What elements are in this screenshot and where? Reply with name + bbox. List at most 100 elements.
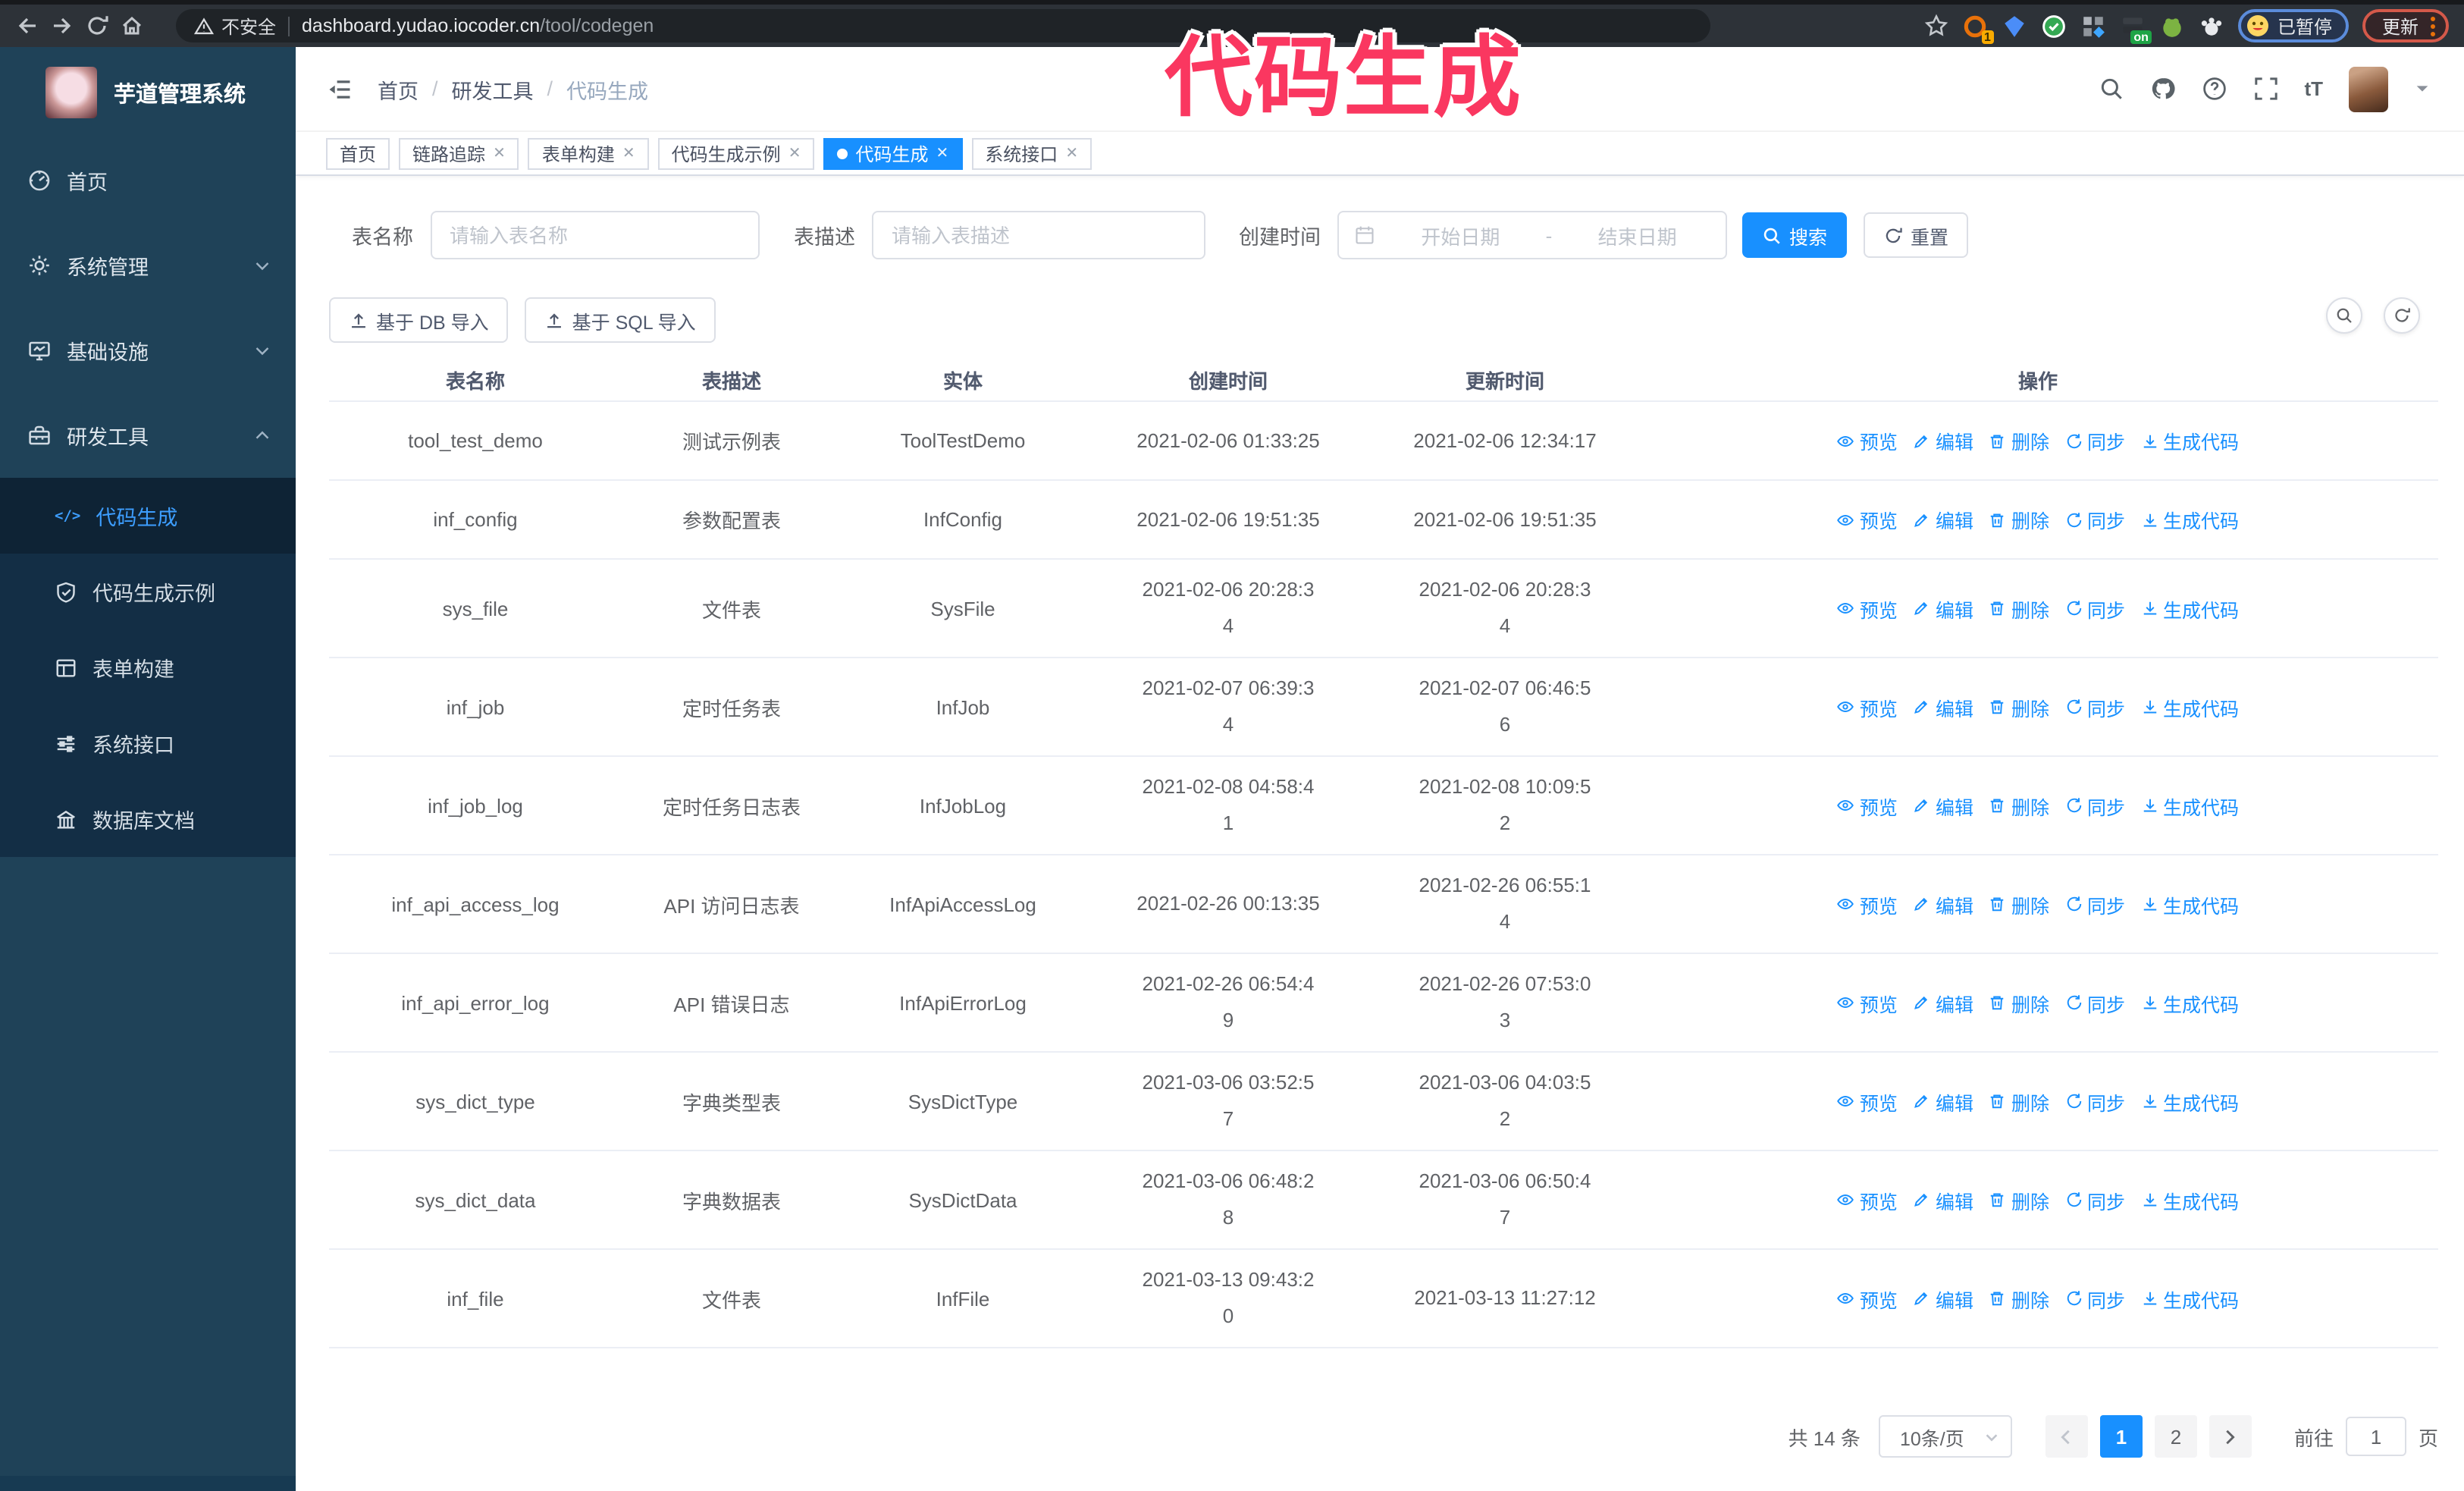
avatar[interactable] (2349, 66, 2388, 111)
goto-page-input[interactable] (2345, 1417, 2406, 1456)
browser-back-icon[interactable] (15, 14, 39, 38)
action-download[interactable]: 生成代码 (2140, 505, 2239, 534)
tab-close-icon[interactable]: ✕ (493, 145, 506, 162)
tab-close-icon[interactable]: ✕ (622, 145, 635, 162)
action-eye[interactable]: 预览 (1837, 988, 1898, 1017)
end-date-placeholder[interactable]: 结束日期 (1564, 221, 1710, 250)
action-download[interactable]: 生成代码 (2140, 594, 2239, 623)
action-edit[interactable]: 编辑 (1913, 1284, 1973, 1313)
action-eye[interactable]: 预览 (1837, 1284, 1898, 1313)
action-delete[interactable]: 删除 (1989, 505, 2049, 534)
sidebar-subitem-form-builder[interactable]: 表单构建 (0, 629, 296, 705)
sidebar-item-home[interactable]: 首页 (0, 138, 296, 223)
action-download[interactable]: 生成代码 (2140, 988, 2239, 1017)
action-sync[interactable]: 同步 (2064, 1284, 2125, 1313)
extension-check-icon[interactable] (2041, 13, 2067, 39)
import-sql-button[interactable]: 基于 SQL 导入 (525, 297, 716, 343)
action-delete[interactable]: 删除 (1989, 1185, 2049, 1214)
action-download[interactable]: 生成代码 (2140, 890, 2239, 918)
breadcrumb-devtools[interactable]: 研发工具 (452, 74, 534, 104)
browser-menu-icon[interactable] (2431, 16, 2435, 36)
reset-button[interactable]: 重置 (1864, 212, 1969, 258)
action-sync[interactable]: 同步 (2064, 692, 2125, 721)
tab-system-api[interactable]: 系统接口 ✕ (971, 137, 1092, 169)
browser-home-icon[interactable] (120, 14, 144, 38)
action-eye[interactable]: 预览 (1837, 791, 1898, 820)
import-db-button[interactable]: 基于 DB 导入 (329, 297, 509, 343)
hamburger-icon[interactable] (326, 75, 353, 102)
refresh-table-button[interactable] (2384, 297, 2420, 334)
action-delete[interactable]: 删除 (1989, 1087, 2049, 1116)
tab-codegen-demo[interactable]: 代码生成示例 ✕ (657, 137, 815, 169)
app-logo-row[interactable]: 芋道管理系统 (0, 47, 296, 138)
extension-orange-icon[interactable]: 1 (1962, 13, 1994, 43)
action-sync[interactable]: 同步 (2064, 890, 2125, 918)
tab-codegen[interactable]: 代码生成 ✕ (823, 137, 963, 169)
action-delete[interactable]: 删除 (1989, 791, 2049, 820)
action-delete[interactable]: 删除 (1989, 988, 2049, 1017)
tab-home[interactable]: 首页 (326, 137, 390, 169)
action-download[interactable]: 生成代码 (2140, 1284, 2239, 1313)
sidebar-item-devtools[interactable]: 研发工具 (0, 393, 296, 478)
action-delete[interactable]: 删除 (1989, 594, 2049, 623)
action-download[interactable]: 生成代码 (2140, 692, 2239, 721)
action-eye[interactable]: 预览 (1837, 890, 1898, 918)
address-bar[interactable]: 不安全 dashboard.yudao.iocoder.cn/tool/code… (176, 9, 1710, 42)
tab-close-icon[interactable]: ✕ (1065, 145, 1078, 162)
search-button[interactable]: 搜索 (1742, 212, 1848, 258)
table-desc-input[interactable] (872, 211, 1205, 259)
toggle-search-button[interactable] (2326, 297, 2362, 334)
action-delete[interactable]: 删除 (1989, 692, 2049, 721)
action-eye[interactable]: 预览 (1837, 594, 1898, 623)
action-sync[interactable]: 同步 (2064, 1185, 2125, 1214)
action-delete[interactable]: 删除 (1989, 426, 2049, 455)
action-sync[interactable]: 同步 (2064, 426, 2125, 455)
sidebar-item-infra[interactable]: 基础设施 (0, 308, 296, 393)
extension-grid-icon[interactable] (2080, 13, 2106, 39)
extension-dark-icon[interactable]: on (2120, 13, 2152, 43)
action-eye[interactable]: 预览 (1837, 1087, 1898, 1116)
browser-update-button[interactable]: 更新 (2362, 9, 2449, 42)
breadcrumb-home[interactable]: 首页 (378, 74, 419, 104)
action-edit[interactable]: 编辑 (1913, 791, 1973, 820)
start-date-placeholder[interactable]: 开始日期 (1387, 221, 1534, 250)
caret-down-icon[interactable] (2414, 80, 2431, 97)
security-indicator[interactable]: 不安全 (194, 13, 276, 39)
extension-green-icon[interactable] (2159, 13, 2185, 39)
extension-gem-icon[interactable] (2002, 13, 2027, 39)
action-eye[interactable]: 预览 (1837, 426, 1898, 455)
action-delete[interactable]: 删除 (1989, 890, 2049, 918)
action-download[interactable]: 生成代码 (2140, 791, 2239, 820)
search-icon[interactable] (2098, 76, 2124, 102)
table-name-input[interactable] (430, 211, 759, 259)
fullscreen-icon[interactable] (2252, 76, 2278, 102)
action-eye[interactable]: 预览 (1837, 692, 1898, 721)
action-edit[interactable]: 编辑 (1913, 426, 1973, 455)
sidebar-subitem-system-api[interactable]: 系统接口 (0, 705, 296, 781)
github-icon[interactable] (2149, 76, 2175, 102)
action-delete[interactable]: 删除 (1989, 1284, 2049, 1313)
sidebar-subitem-codegen-demo[interactable]: 代码生成示例 (0, 554, 296, 629)
sidebar-item-system[interactable]: 系统管理 (0, 223, 296, 308)
help-icon[interactable] (2201, 76, 2227, 102)
action-edit[interactable]: 编辑 (1913, 505, 1973, 534)
action-edit[interactable]: 编辑 (1913, 890, 1973, 918)
action-sync[interactable]: 同步 (2064, 505, 2125, 534)
action-download[interactable]: 生成代码 (2140, 426, 2239, 455)
extension-paw-icon[interactable] (2199, 13, 2224, 39)
action-edit[interactable]: 编辑 (1913, 1087, 1973, 1116)
action-sync[interactable]: 同步 (2064, 791, 2125, 820)
action-sync[interactable]: 同步 (2064, 1087, 2125, 1116)
sidebar-subitem-codegen[interactable]: </> 代码生成 (0, 478, 296, 554)
browser-forward-icon[interactable] (50, 14, 74, 38)
font-size-icon[interactable]: tT (2304, 77, 2323, 100)
prev-page-button[interactable] (2045, 1415, 2088, 1458)
tab-close-icon[interactable]: ✕ (936, 145, 949, 162)
page-button-2[interactable]: 2 (2154, 1415, 2197, 1458)
action-edit[interactable]: 编辑 (1913, 692, 1973, 721)
action-download[interactable]: 生成代码 (2140, 1087, 2239, 1116)
tab-close-icon[interactable]: ✕ (788, 145, 801, 162)
action-sync[interactable]: 同步 (2064, 988, 2125, 1017)
sidebar-subitem-db-docs[interactable]: 数据库文档 (0, 781, 296, 857)
tab-form-builder[interactable]: 表单构建 ✕ (528, 137, 649, 169)
